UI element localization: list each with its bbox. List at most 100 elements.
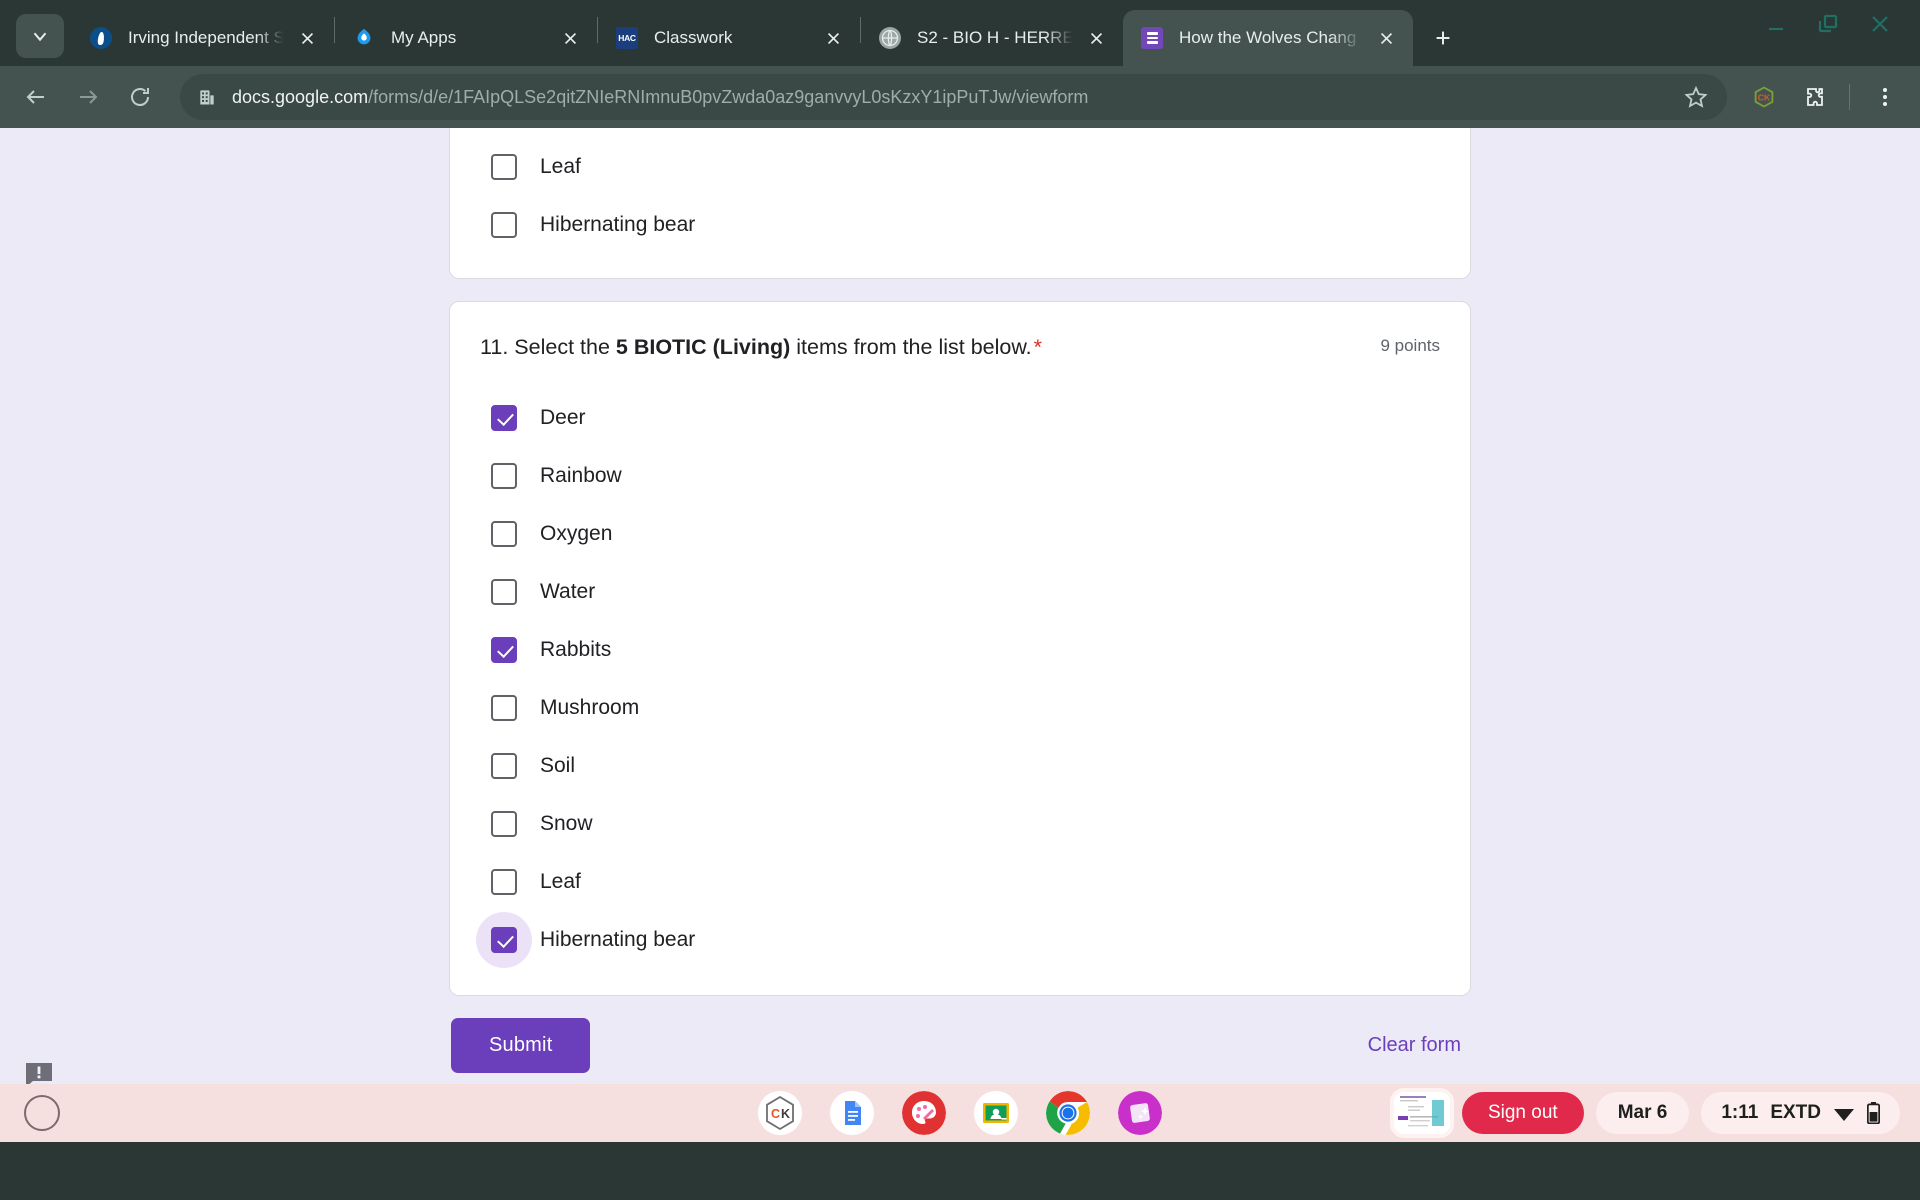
options-list: Deer Rainbow Oxygen Water Rabbits Mushro… <box>476 389 1440 969</box>
browser-tab-s2-bio-h-herrera[interactable]: S2 - BIO H - HERRERA <box>861 10 1123 66</box>
restore-icon <box>1818 14 1838 33</box>
browser-tab-how-the-wolves-changed[interactable]: How the Wolves Chang <box>1123 10 1413 66</box>
restore-button[interactable] <box>1802 0 1854 48</box>
close-icon <box>301 32 313 44</box>
launcher-circle-icon[interactable] <box>24 1095 60 1131</box>
address-bar[interactable]: docs.google.com/forms/d/e/1FAIpQLSe2qitZ… <box>180 74 1727 120</box>
magic-photo-icon[interactable] <box>1118 1091 1162 1135</box>
option-row-deer[interactable]: Deer <box>480 389 1440 447</box>
checkbox-control[interactable] <box>476 197 532 253</box>
option-label[interactable]: Rabbits <box>540 638 611 662</box>
google-chrome-icon[interactable] <box>1046 1091 1090 1135</box>
forward-button[interactable] <box>64 73 112 121</box>
browser-tab-my-apps[interactable]: My Apps <box>335 10 597 66</box>
option-row-rainbow[interactable]: Rainbow <box>480 447 1440 505</box>
option-row-oxygen[interactable]: Oxygen <box>480 505 1440 563</box>
checkbox-control[interactable] <box>476 912 532 969</box>
form-footer: Submit Clear form <box>449 1018 1471 1074</box>
question-points: 9 points <box>1380 336 1440 355</box>
checkbox-icon <box>491 212 517 238</box>
option-row-hibernating-bear[interactable]: Hibernating bear <box>476 911 1440 969</box>
url-path: /forms/d/e/1FAIpQLSe2qitZNIeRNImnuB0pvZw… <box>368 86 1089 107</box>
ck-extension-icon[interactable]: CK <box>1741 74 1787 120</box>
checkbox-icon <box>491 927 517 954</box>
question-11-card: 11. Select the 5 BIOTIC (Living) items f… <box>449 301 1471 997</box>
ck-app-icon[interactable]: CK <box>758 1091 802 1135</box>
question-text-bold: 5 BIOTIC (Living) <box>615 335 791 359</box>
option-label[interactable]: Rainbow <box>540 464 622 488</box>
back-button[interactable] <box>12 73 60 121</box>
shelf-app-list: CK <box>758 1091 1162 1135</box>
paint-palette-icon[interactable] <box>902 1091 946 1135</box>
network-label: EXTD <box>1770 1102 1821 1123</box>
date-pill[interactable]: Mar 6 <box>1595 1092 1690 1134</box>
system-shelf: CK Sign out Mar 6 1:11 EXTD <box>0 1084 1920 1142</box>
google-classroom-icon[interactable] <box>974 1091 1018 1135</box>
option-row-snow[interactable]: Snow <box>480 795 1440 853</box>
minimize-button[interactable] <box>1750 0 1802 48</box>
checkbox-control[interactable] <box>476 139 532 195</box>
option-label[interactable]: Snow <box>540 812 593 836</box>
checkbox-control[interactable] <box>476 506 532 562</box>
tab-close-button[interactable] <box>553 21 587 55</box>
document-preview-thumbnail[interactable] <box>1393 1092 1450 1134</box>
tab-close-button[interactable] <box>1369 21 1403 55</box>
option-row-soil[interactable]: Soil <box>480 737 1440 795</box>
option-label[interactable]: Deer <box>540 406 586 430</box>
option-row-leaf[interactable]: Leaf <box>480 853 1440 911</box>
checkbox-control[interactable] <box>476 622 532 678</box>
option-row-mushroom[interactable]: Mushroom <box>480 679 1440 737</box>
checkbox-icon <box>491 154 517 180</box>
option-row-water[interactable]: Water <box>480 563 1440 621</box>
new-tab-button[interactable] <box>1421 16 1465 60</box>
close-window-button[interactable] <box>1854 0 1906 48</box>
option-label[interactable]: Water <box>540 580 595 604</box>
window-controls <box>1740 0 1920 66</box>
browser-tab-irving[interactable]: Irving Independent Scho <box>72 10 334 66</box>
option-label[interactable]: Hibernating bear <box>540 213 695 237</box>
site-info-icon[interactable] <box>190 80 224 114</box>
tab-close-button[interactable] <box>1079 21 1113 55</box>
option-label[interactable]: Leaf <box>540 155 581 179</box>
checkbox-control[interactable] <box>476 448 532 504</box>
bookmark-star-icon[interactable] <box>1673 74 1719 120</box>
tab-close-button[interactable] <box>816 21 850 55</box>
browser-tab-classwork[interactable]: HAC Classwork <box>598 10 860 66</box>
close-icon <box>827 32 839 44</box>
submit-button[interactable]: Submit <box>451 1018 591 1074</box>
option-row-rabbits[interactable]: Rabbits <box>480 621 1440 679</box>
question-text-after: items from the list below. <box>796 335 1032 359</box>
google-forms-icon <box>1141 27 1163 49</box>
sign-out-button[interactable]: Sign out <box>1461 1092 1584 1134</box>
plus-icon <box>1436 31 1450 45</box>
google-docs-icon[interactable] <box>830 1091 874 1135</box>
browser-toolbar: docs.google.com/forms/d/e/1FAIpQLSe2qitZ… <box>0 66 1920 128</box>
status-pill[interactable]: 1:11 EXTD <box>1701 1092 1900 1134</box>
svg-text:K: K <box>781 1107 790 1121</box>
tab-close-button[interactable] <box>290 21 324 55</box>
checkbox-control[interactable] <box>476 680 532 736</box>
option-label[interactable]: Mushroom <box>540 696 639 720</box>
tab-search-button[interactable] <box>16 14 64 58</box>
globe-icon <box>879 27 901 49</box>
option-label[interactable]: Soil <box>540 754 575 778</box>
browser-menu-icon[interactable] <box>1862 74 1908 120</box>
option-label[interactable]: Oxygen <box>540 522 612 546</box>
checkbox-control[interactable] <box>476 854 532 910</box>
option-label[interactable]: Leaf <box>540 870 581 894</box>
option-row[interactable]: Hibernating bear <box>480 196 1440 254</box>
tab-title: S2 - BIO H - HERRERA <box>917 28 1073 47</box>
battery-icon <box>1867 1102 1880 1124</box>
checkbox-control[interactable] <box>476 738 532 794</box>
extensions-puzzle-icon[interactable] <box>1791 74 1837 120</box>
clever-icon <box>353 27 375 49</box>
checkbox-control[interactable] <box>476 390 532 446</box>
option-label[interactable]: Hibernating bear <box>540 928 695 952</box>
reload-icon <box>131 88 149 106</box>
forward-icon <box>80 90 98 104</box>
reload-button[interactable] <box>116 73 164 121</box>
option-row[interactable]: Leaf <box>480 138 1440 196</box>
checkbox-control[interactable] <box>476 564 532 620</box>
checkbox-control[interactable] <box>476 796 532 852</box>
clear-form-link[interactable]: Clear form <box>1360 1024 1469 1067</box>
